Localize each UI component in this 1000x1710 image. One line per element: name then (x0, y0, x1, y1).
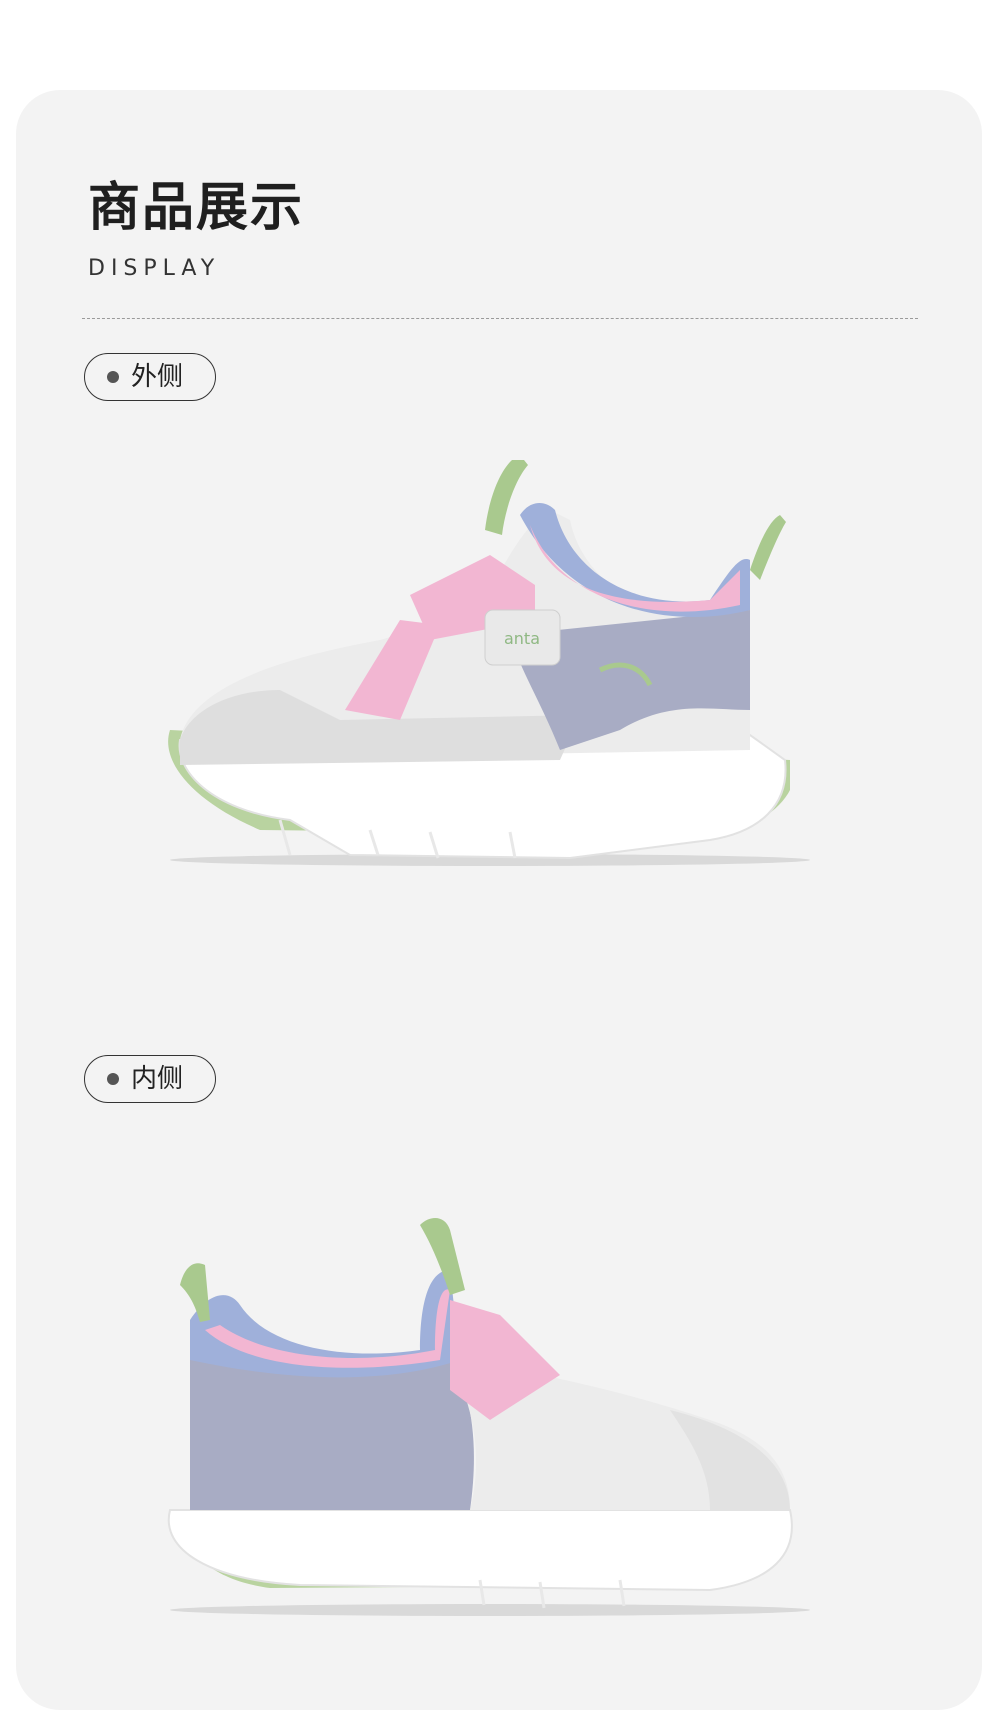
pull-tab-back (750, 515, 786, 580)
section-title: 商品展示 (88, 178, 305, 238)
heel-panel (190, 1355, 474, 1510)
shoe-inner-side-image (167, 1218, 810, 1616)
dashed-divider (82, 318, 918, 319)
bullet-dot-icon (107, 1073, 119, 1085)
view-label-inner-side: 内侧 (84, 1055, 216, 1103)
view-label-text: 外侧 (131, 362, 184, 392)
pull-tab-front (485, 460, 528, 535)
sole (167, 1509, 793, 1592)
brand-logo-text: anta (504, 629, 540, 648)
bullet-dot-icon (107, 371, 119, 383)
section-subtitle: DISPLAY (88, 256, 221, 281)
shoe-outer-side-image: anta (168, 460, 810, 866)
view-label-outer-side: 外侧 (84, 353, 216, 401)
shadow (170, 1604, 810, 1616)
view-label-text: 内侧 (131, 1064, 184, 1094)
